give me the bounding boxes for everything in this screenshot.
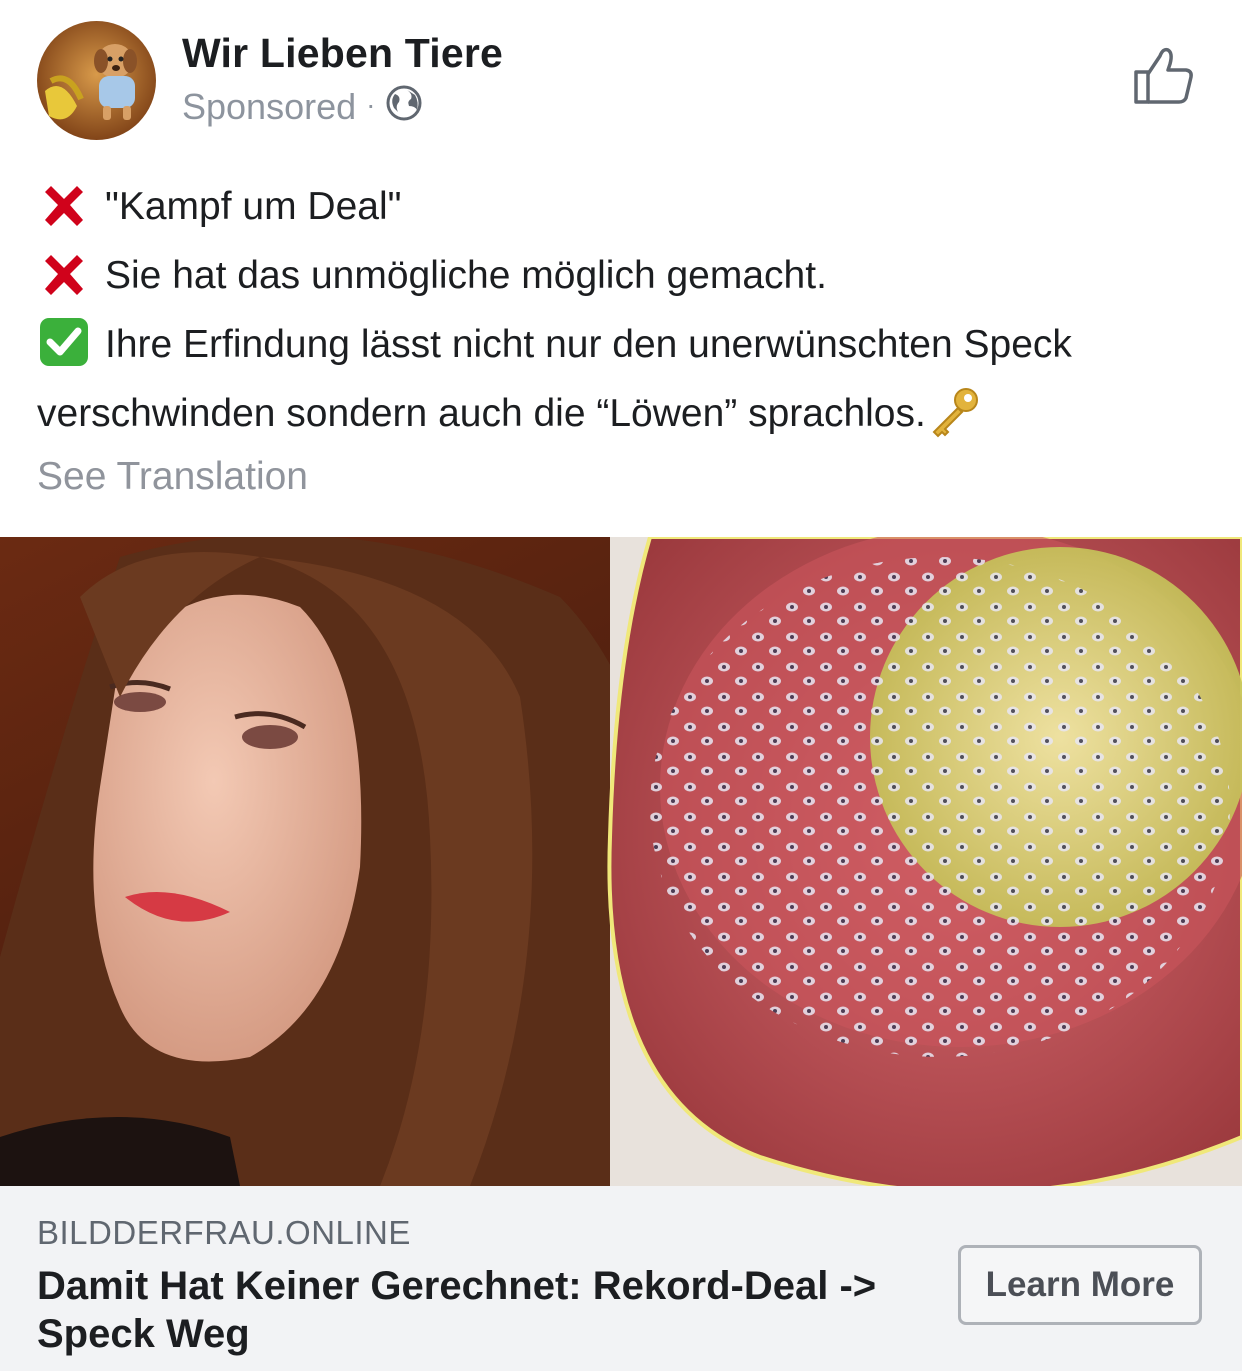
post-line: Ihre Erfindung lässt nicht nur den unerw… [37, 310, 1212, 448]
post-line-text: Sie hat das unmögliche möglich gemacht. [105, 254, 827, 297]
post-line-text: Ihre Erfindung lässt nicht nur den unerw… [37, 323, 1072, 435]
key-emoji [932, 388, 978, 438]
check-mark-emoji [40, 318, 88, 366]
sponsored-label[interactable]: Sponsored [182, 86, 356, 128]
post-line: Sie hat das unmögliche möglich gemacht. [37, 241, 1212, 310]
link-domain[interactable]: BILDDERFRAU.ONLINE [37, 1214, 411, 1252]
thumbs-up-icon[interactable] [1130, 44, 1196, 108]
meta-separator: · [366, 89, 376, 120]
post-text: "Kampf um Deal" Sie hat das unmögliche m… [37, 172, 1212, 448]
ad-image[interactable] [0, 537, 1242, 1186]
learn-more-button[interactable]: Learn More [958, 1245, 1202, 1325]
red-x-emoji [45, 185, 83, 226]
globe-icon [385, 84, 423, 131]
red-x-emoji [45, 254, 83, 295]
page-name[interactable]: Wir Lieben Tiere [182, 30, 503, 77]
post-line: "Kampf um Deal" [37, 172, 1212, 241]
post-meta: Sponsored · [182, 84, 423, 131]
see-translation-link[interactable]: See Translation [37, 455, 308, 499]
link-headline[interactable]: Damit Hat Keiner Gerechnet: Rekord-Deal … [37, 1262, 927, 1358]
page-avatar[interactable] [37, 21, 156, 140]
post-line-text: "Kampf um Deal" [105, 185, 402, 228]
